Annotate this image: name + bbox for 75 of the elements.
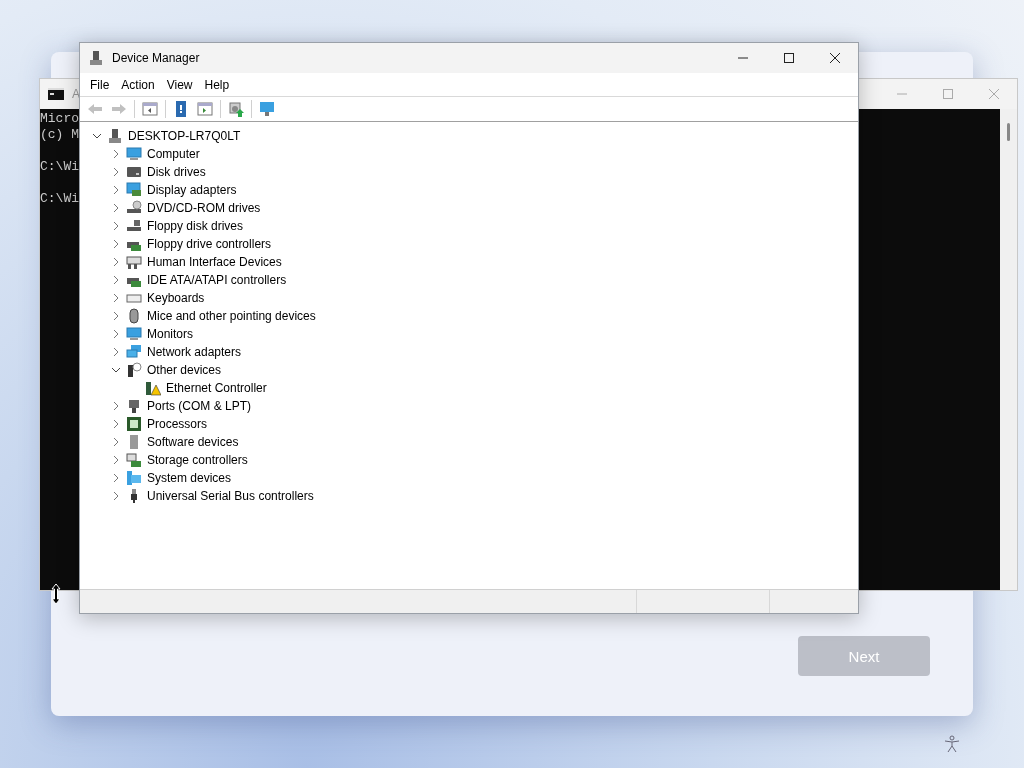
chevron-down-icon[interactable] [92,131,102,141]
keyboard-device-icon [126,254,142,270]
window-title: Device Manager [112,51,200,65]
menu-item[interactable]: View [160,77,199,92]
chevron-right-icon[interactable] [111,455,121,465]
console-line: Micro [40,111,79,127]
tree-item[interactable]: Software devices [147,435,239,449]
chevron-right-icon[interactable] [111,419,121,429]
chevron-right-icon[interactable] [111,239,121,249]
tree-item[interactable]: IDE ATA/ATAPI controllers [147,273,287,287]
display-adapter-icon [126,182,142,198]
chevron-right-icon[interactable] [111,203,121,213]
tree-item[interactable]: DESKTOP-LR7Q0LT [128,129,241,143]
chevron-right-icon[interactable] [111,347,121,357]
tree-item[interactable]: Display adapters [147,183,237,197]
chevron-right-icon[interactable] [111,473,121,483]
tree-item[interactable]: Computer [147,147,200,161]
chevron-right-icon[interactable] [111,221,121,231]
chevron-down-icon[interactable] [111,365,121,375]
processor-icon [126,416,142,432]
chevron-right-icon[interactable] [111,185,121,195]
tree-item[interactable]: Floppy drive controllers [147,237,272,251]
tree-item[interactable]: Monitors [147,327,193,341]
console-line: (c) M [40,127,79,143]
maximize-icon [784,53,794,63]
drive-icon [126,164,142,180]
chevron-right-icon[interactable] [111,401,121,411]
computer-tower-icon [107,128,123,144]
tree-item[interactable]: Processors [147,417,208,431]
monitor-icon [126,326,142,342]
chevron-right-icon[interactable] [111,311,121,321]
tree-item[interactable]: Universal Serial Bus controllers [147,489,314,503]
tree-item[interactable]: Network adapters [147,345,242,359]
scrollbar-thumb[interactable] [1007,123,1010,141]
menu-item[interactable]: Action [115,77,161,92]
chevron-right-icon[interactable] [111,329,121,339]
chevron-right-icon[interactable] [111,275,121,285]
storage-controller-icon [126,452,142,468]
monitor-icon [126,146,142,162]
chevron-right-icon[interactable] [111,149,121,159]
tree-item[interactable]: Other devices [147,363,222,377]
menu-item[interactable]: Help [198,77,236,92]
tree-item[interactable]: Disk drives [147,165,206,179]
tree-item[interactable]: Human Interface Devices [147,255,282,269]
chevron-right-icon[interactable] [111,437,121,447]
console-icon [48,88,64,100]
console-line: C:\Wi [40,191,79,207]
port-icon [126,398,142,414]
menu-item[interactable]: File [84,77,116,92]
warning-device-icon [145,380,161,396]
maximize-icon [943,89,953,99]
chevron-right-icon[interactable] [111,491,121,501]
optical-drive-icon [126,200,142,216]
chevron-right-icon[interactable] [111,257,121,267]
tree-item[interactable]: Floppy disk drives [147,219,244,233]
accessibility-icon[interactable] [943,735,961,753]
close-icon [830,53,840,63]
tree-item[interactable]: Storage controllers [147,453,248,467]
console-line: C:\Wi [40,159,79,175]
close-icon [989,89,999,99]
chevron-right-icon[interactable] [111,293,121,303]
unknown-device-icon [126,362,142,378]
chevron-right-icon[interactable] [111,167,121,177]
tree-item[interactable]: Mice and other pointing devices [147,309,316,323]
tree-item[interactable]: DVD/CD-ROM drives [147,201,261,215]
window-title: A [72,87,80,101]
system-device-icon [126,470,142,486]
mouse-icon [126,308,142,324]
tree-item[interactable]: Ports (COM & LPT) [147,399,251,413]
computer-tower-icon [88,50,104,66]
tree-item[interactable]: Ethernet Controller [166,381,267,395]
network-icon [126,344,142,360]
tree-item[interactable]: Keyboards [147,291,205,305]
tree-item[interactable]: System devices [147,471,232,485]
floppy-drive-icon [126,218,142,234]
